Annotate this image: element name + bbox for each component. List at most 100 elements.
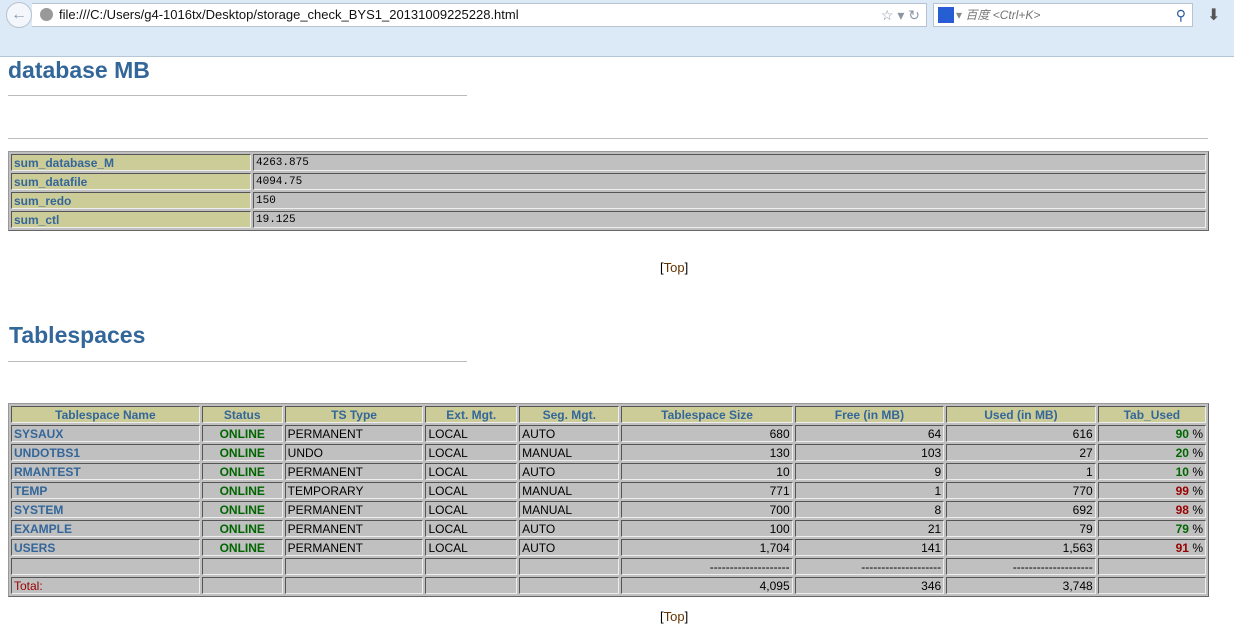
tablespace-size: 10	[621, 463, 793, 480]
ts-type: PERMANENT	[284, 501, 424, 518]
tablespace-name: TEMP	[11, 482, 200, 499]
total-size: 4,095	[621, 577, 793, 594]
status-badge: ONLINE	[201, 444, 283, 461]
empty	[519, 558, 620, 575]
ts-type: PERMANENT	[284, 425, 424, 442]
free-mb: 8	[794, 501, 945, 518]
separator: --------------------	[794, 558, 945, 575]
separator: --------------------	[621, 558, 793, 575]
column-header: Ext. Mgt.	[425, 406, 518, 423]
status-badge: ONLINE	[201, 482, 283, 499]
back-button[interactable]: ←	[6, 2, 32, 28]
tab-used: 91 %	[1097, 539, 1206, 556]
browser-toolbar: ← file:///C:/Users/g4-1016tx/Desktop/sto…	[0, 0, 1234, 57]
divider	[8, 361, 467, 362]
tablespace-size: 771	[621, 482, 793, 499]
free-mb: 141	[794, 539, 945, 556]
tablespace-name: SYSTEM	[11, 501, 200, 518]
ext-mgt: LOCAL	[425, 482, 518, 499]
search-icon[interactable]: ⚲	[1176, 4, 1186, 26]
table-row: USERS ONLINE PERMANENT LOCAL AUTO 1,704 141 1,5…	[11, 539, 1206, 556]
search-box[interactable]: 🐾 ▾ 百度 <Ctrl+K> ⚲	[933, 3, 1193, 27]
reload-icon[interactable]: ↻	[908, 7, 920, 23]
ext-mgt: LOCAL	[425, 444, 518, 461]
tab-used: 79 %	[1097, 520, 1206, 537]
database-summary-table: sum_database_M 4263.875 sum_datafile 4094.7…	[8, 151, 1209, 231]
download-icon[interactable]: ⬇	[1207, 5, 1220, 25]
ts-type: PERMANENT	[284, 463, 424, 480]
column-header: Tablespace Size	[621, 406, 793, 423]
metric-value: 19.125	[253, 211, 1206, 228]
empty	[11, 558, 200, 575]
status-badge: ONLINE	[201, 463, 283, 480]
used-mb: 79	[946, 520, 1096, 537]
status-badge: ONLINE	[201, 539, 283, 556]
total-used: 3,748	[946, 577, 1096, 594]
used-mb: 616	[946, 425, 1096, 442]
ext-mgt: LOCAL	[425, 463, 518, 480]
table-row: RMANTEST ONLINE PERMANENT LOCAL AUTO 10 9 1 10 %	[11, 463, 1206, 480]
tab-used-value: 91	[1175, 540, 1189, 555]
status-badge: ONLINE	[201, 501, 283, 518]
table-row: sum_redo 150	[11, 192, 1206, 209]
tab-used: 90 %	[1097, 425, 1206, 442]
section-title-database: database MB	[8, 57, 150, 83]
seg-mgt: MANUAL	[519, 501, 620, 518]
table-row: TEMP ONLINE TEMPORARY LOCAL MANUAL 771 1 770 99 …	[11, 482, 1206, 499]
tablespace-size: 700	[621, 501, 793, 518]
tablespaces-table: Tablespace Name Status TS Type Ext. Mgt. Seg…	[8, 403, 1209, 597]
tab-used: 99 %	[1097, 482, 1206, 499]
top-link[interactable]: Top	[664, 260, 685, 275]
divider	[8, 138, 1208, 139]
table-row: SYSTEM ONLINE PERMANENT LOCAL MANUAL 700 8 692 9…	[11, 501, 1206, 518]
status-badge: ONLINE	[201, 520, 283, 537]
free-mb: 103	[794, 444, 945, 461]
search-placeholder: 百度 <Ctrl+K>	[965, 8, 1041, 22]
tablespace-size: 680	[621, 425, 793, 442]
tablespace-name: UNDOTBS1	[11, 444, 200, 461]
top-link-wrap: [Top]	[660, 260, 689, 275]
seg-mgt: AUTO	[519, 520, 620, 537]
empty	[284, 558, 424, 575]
tab-used-value: 79	[1175, 521, 1189, 536]
baidu-icon[interactable]: 🐾	[938, 7, 954, 23]
ext-mgt: LOCAL	[425, 425, 518, 442]
column-header: Seg. Mgt.	[519, 406, 620, 423]
total-free: 346	[794, 577, 945, 594]
metric-label: sum_datafile	[11, 173, 251, 190]
tab-used: 98 %	[1097, 501, 1206, 518]
metric-label: sum_database_M	[11, 154, 251, 171]
total-label: Total:	[11, 577, 200, 594]
table-row: EXAMPLE ONLINE PERMANENT LOCAL AUTO 100 21 79 79…	[11, 520, 1206, 537]
column-header: Free (in MB)	[794, 406, 945, 423]
ext-mgt: LOCAL	[425, 520, 518, 537]
tab-used-value: 98	[1175, 502, 1189, 517]
ts-type: PERMANENT	[284, 539, 424, 556]
bookmark-star-icon[interactable]: ☆	[881, 7, 894, 23]
table-row: sum_datafile 4094.75	[11, 173, 1206, 190]
used-mb: 1,563	[946, 539, 1096, 556]
dropdown-icon[interactable]: ▾	[897, 7, 904, 23]
free-mb: 9	[794, 463, 945, 480]
table-row: UNDOTBS1 ONLINE UNDO LOCAL MANUAL 130 103 27 20 …	[11, 444, 1206, 461]
empty	[201, 577, 283, 594]
metric-label: sum_ctl	[11, 211, 251, 228]
column-header: Tablespace Name	[11, 406, 200, 423]
empty	[1097, 558, 1206, 575]
table-row: sum_ctl 19.125	[11, 211, 1206, 228]
metric-value: 4094.75	[253, 173, 1206, 190]
tablespace-size: 100	[621, 520, 793, 537]
seg-mgt: AUTO	[519, 539, 620, 556]
tab-used-value: 90	[1175, 426, 1189, 441]
seg-mgt: AUTO	[519, 463, 620, 480]
tab-used-value: 10	[1175, 464, 1189, 479]
tablespace-name: USERS	[11, 539, 200, 556]
address-bar[interactable]: file:///C:/Users/g4-1016tx/Desktop/stora…	[32, 3, 927, 27]
separator-row: -------------------- --------------------…	[11, 558, 1206, 575]
column-header: Tab_Used	[1097, 406, 1206, 423]
tab-used: 10 %	[1097, 463, 1206, 480]
ext-mgt: LOCAL	[425, 539, 518, 556]
tablespace-name: RMANTEST	[11, 463, 200, 480]
status-badge: ONLINE	[201, 425, 283, 442]
tablespace-name: EXAMPLE	[11, 520, 200, 537]
